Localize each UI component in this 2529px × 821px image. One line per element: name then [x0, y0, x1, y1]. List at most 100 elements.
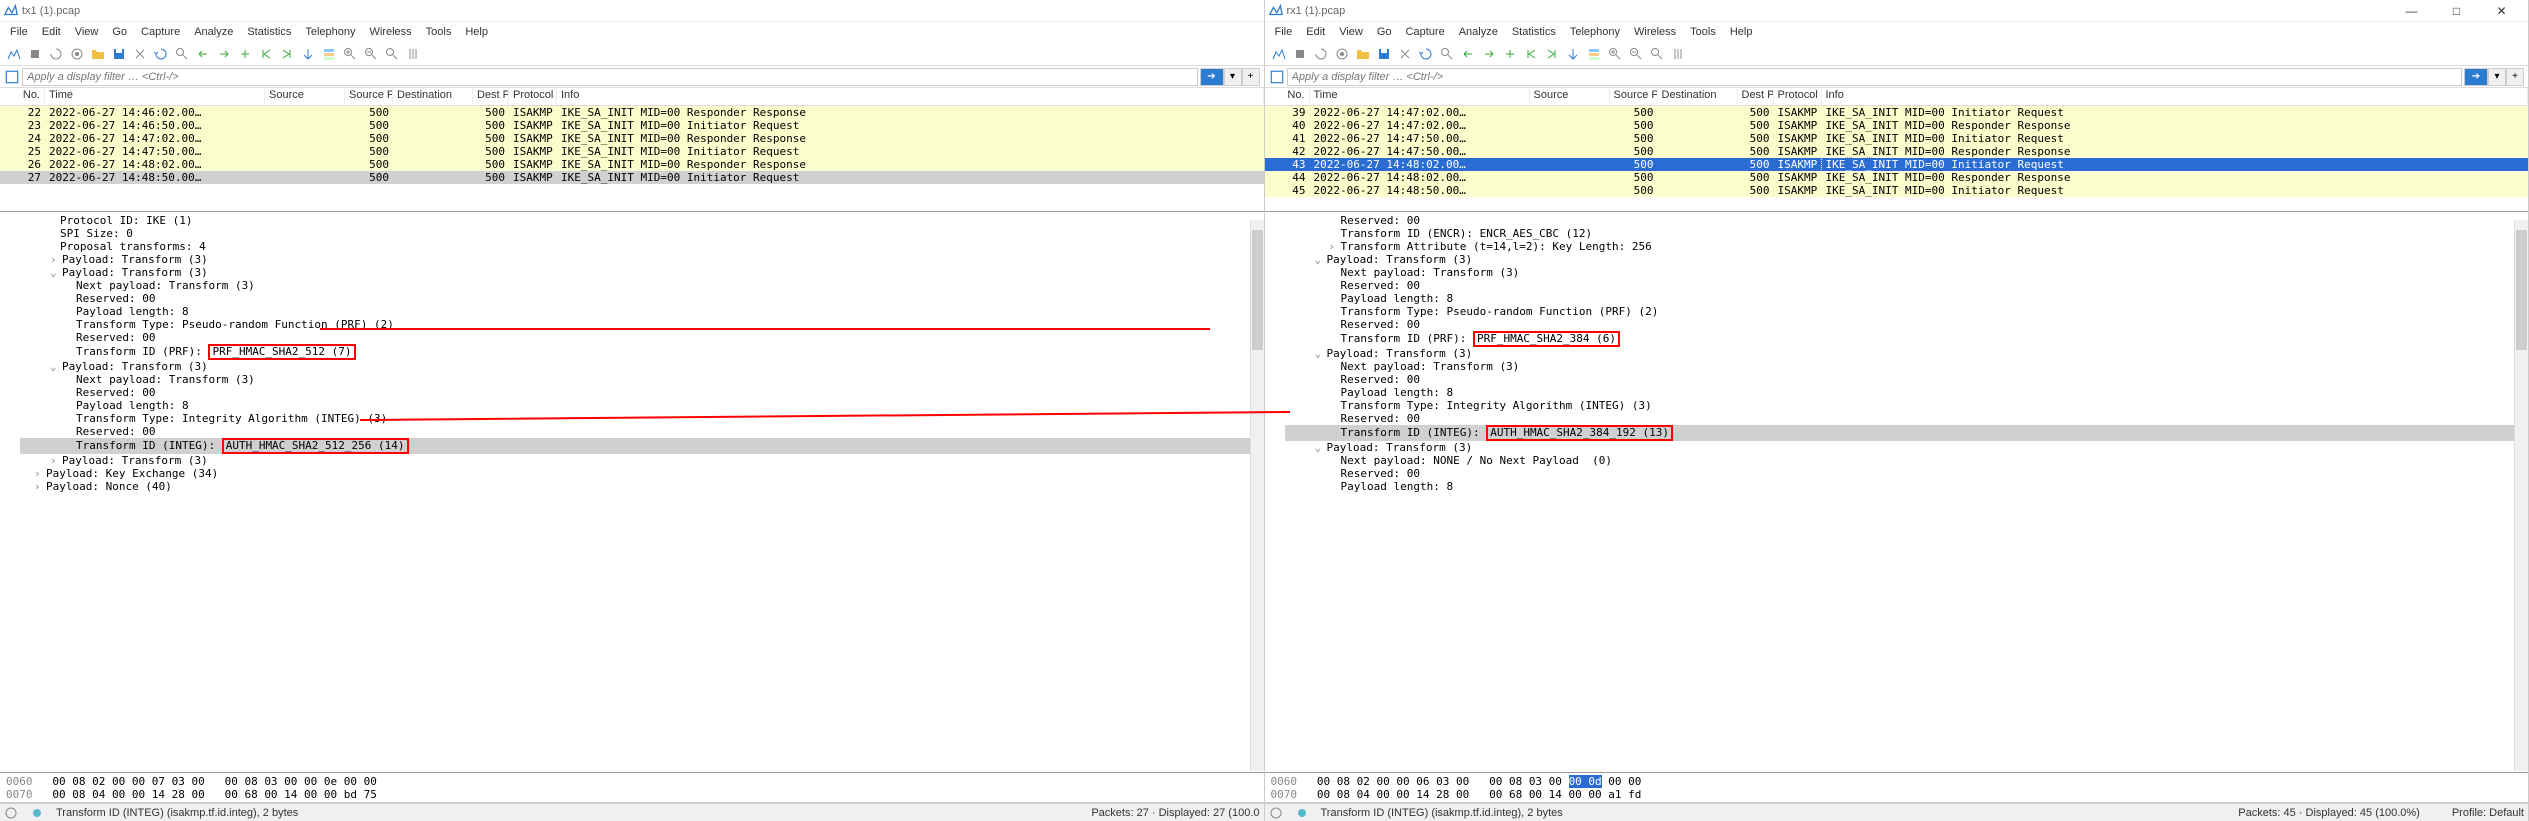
save-button[interactable]: [1374, 44, 1394, 64]
options-button[interactable]: [67, 44, 87, 64]
menu-statistics[interactable]: Statistics: [1506, 24, 1562, 40]
next-button[interactable]: [214, 44, 234, 64]
packet-row[interactable]: 442022-06-27 14:48:02.00… 500 500 ISAKMP…: [1265, 171, 2529, 184]
packet-row[interactable]: 232022-06-27 14:46:50.00… 500 500 ISAKMP…: [0, 119, 1264, 132]
detail-line[interactable]: Transform Type: Pseudo-random Function (…: [1285, 305, 2529, 318]
menu-statistics[interactable]: Statistics: [241, 24, 297, 40]
detail-line[interactable]: Reserved: 00: [20, 386, 1264, 399]
menu-view[interactable]: View: [69, 24, 105, 40]
menu-analyze[interactable]: Analyze: [188, 24, 239, 40]
expert-icon[interactable]: [1295, 806, 1309, 820]
scrollbar[interactable]: [1250, 220, 1264, 771]
options-button[interactable]: [1332, 44, 1352, 64]
next-button[interactable]: [1479, 44, 1499, 64]
expand-icon[interactable]: ›: [34, 480, 46, 493]
scrollbar[interactable]: [2514, 220, 2528, 771]
menu-wireless[interactable]: Wireless: [364, 24, 418, 40]
menu-capture[interactable]: Capture: [1400, 24, 1451, 40]
detail-line[interactable]: ›Payload: Transform (3): [20, 253, 1264, 266]
zoom-reset-button[interactable]: [382, 44, 402, 64]
detail-line[interactable]: Reserved: 00: [20, 292, 1264, 305]
col-dport[interactable]: Dest Port: [473, 88, 509, 105]
menu-view[interactable]: View: [1333, 24, 1369, 40]
col-source[interactable]: Source: [1530, 88, 1610, 105]
bookmark-icon[interactable]: [4, 69, 20, 85]
col-info[interactable]: Info: [1822, 88, 2529, 105]
start-capture-button[interactable]: [4, 44, 24, 64]
collapse-icon[interactable]: ⌄: [50, 266, 62, 279]
col-time[interactable]: Time: [1310, 88, 1530, 105]
close-button[interactable]: ✕: [2479, 0, 2524, 22]
last-button[interactable]: [1542, 44, 1562, 64]
zoom-in-button[interactable]: [1605, 44, 1625, 64]
jump-button[interactable]: [235, 44, 255, 64]
detail-line[interactable]: ›Payload: Key Exchange (34): [20, 467, 1264, 480]
detail-line[interactable]: Next payload: Transform (3): [20, 279, 1264, 292]
detail-line[interactable]: Transform ID (PRF): PRF_HMAC_SHA2_512 (7…: [20, 344, 1264, 360]
last-button[interactable]: [277, 44, 297, 64]
detail-line[interactable]: Next payload: Transform (3): [1285, 266, 2529, 279]
packet-list[interactable]: 392022-06-27 14:47:02.00… 500 500 ISAKMP…: [1265, 106, 2529, 212]
packet-row[interactable]: 252022-06-27 14:47:50.00… 500 500 ISAKMP…: [0, 145, 1264, 158]
detail-line[interactable]: Payload length: 8: [20, 305, 1264, 318]
resize-columns-button[interactable]: [1668, 44, 1688, 64]
expert-icon[interactable]: [30, 806, 44, 820]
detail-line[interactable]: Transform ID (ENCR): ENCR_AES_CBC (12): [1285, 227, 2529, 240]
detail-line[interactable]: Next payload: Transform (3): [1285, 360, 2529, 373]
detail-line[interactable]: Reserved: 00: [20, 331, 1264, 344]
col-sport[interactable]: Source Port: [1610, 88, 1658, 105]
detail-line[interactable]: ›Payload: Nonce (40): [20, 480, 1264, 493]
detail-line[interactable]: ⌄Payload: Transform (3): [20, 360, 1264, 373]
resize-columns-button[interactable]: [403, 44, 423, 64]
detail-line[interactable]: ⌄Payload: Transform (3): [1285, 347, 2529, 360]
detail-line[interactable]: Reserved: 00: [1285, 214, 2529, 227]
col-dest[interactable]: Destination: [393, 88, 473, 105]
filter-add-button[interactable]: +: [1242, 68, 1260, 86]
prev-button[interactable]: [193, 44, 213, 64]
menu-go[interactable]: Go: [106, 24, 133, 40]
zoom-in-button[interactable]: [340, 44, 360, 64]
detail-line[interactable]: Transform ID (PRF): PRF_HMAC_SHA2_384 (6…: [1285, 331, 2529, 347]
packet-row[interactable]: 452022-06-27 14:48:50.00… 500 500 ISAKMP…: [1265, 184, 2529, 197]
filter-input[interactable]: [27, 71, 1193, 83]
save-button[interactable]: [109, 44, 129, 64]
apply-filter-button[interactable]: ➔: [2464, 68, 2488, 86]
detail-line-selected[interactable]: Transform ID (INTEG): AUTH_HMAC_SHA2_384…: [1285, 425, 2529, 441]
col-no[interactable]: No.: [1265, 88, 1310, 105]
detail-line[interactable]: Reserved: 00: [1285, 279, 2529, 292]
menu-tools[interactable]: Tools: [420, 24, 458, 40]
first-button[interactable]: [1521, 44, 1541, 64]
packet-row[interactable]: 392022-06-27 14:47:02.00… 500 500 ISAKMP…: [1265, 106, 2529, 119]
prev-button[interactable]: [1458, 44, 1478, 64]
packet-row[interactable]: 262022-06-27 14:48:02.00… 500 500 ISAKMP…: [0, 158, 1264, 171]
packet-row[interactable]: 402022-06-27 14:47:02.00… 500 500 ISAKMP…: [1265, 119, 2529, 132]
packet-list[interactable]: 222022-06-27 14:46:02.00… 500 500 ISAKMP…: [0, 106, 1264, 212]
expand-icon[interactable]: ›: [50, 454, 62, 467]
collapse-icon[interactable]: ⌄: [1315, 253, 1327, 266]
menu-telephony[interactable]: Telephony: [299, 24, 361, 40]
zoom-out-button[interactable]: [1626, 44, 1646, 64]
menu-wireless[interactable]: Wireless: [1628, 24, 1682, 40]
zoom-out-button[interactable]: [361, 44, 381, 64]
menu-edit[interactable]: Edit: [36, 24, 67, 40]
col-dest[interactable]: Destination: [1658, 88, 1738, 105]
colorize-button[interactable]: [319, 44, 339, 64]
status-icon[interactable]: [1269, 806, 1283, 820]
menu-help[interactable]: Help: [459, 24, 494, 40]
jump-button[interactable]: [1500, 44, 1520, 64]
menu-tools[interactable]: Tools: [1684, 24, 1722, 40]
restart-capture-button[interactable]: [1311, 44, 1331, 64]
menu-capture[interactable]: Capture: [135, 24, 186, 40]
packet-row[interactable]: 422022-06-27 14:47:50.00… 500 500 ISAKMP…: [1265, 145, 2529, 158]
detail-line[interactable]: Next payload: Transform (3): [20, 373, 1264, 386]
stop-capture-button[interactable]: [1290, 44, 1310, 64]
close-button[interactable]: [130, 44, 150, 64]
zoom-reset-button[interactable]: [1647, 44, 1667, 64]
filter-history-button[interactable]: ▾: [1224, 68, 1242, 86]
autoscroll-button[interactable]: [298, 44, 318, 64]
reload-button[interactable]: [151, 44, 171, 64]
expand-icon[interactable]: ›: [34, 467, 46, 480]
menu-help[interactable]: Help: [1724, 24, 1759, 40]
col-proto[interactable]: Protocol: [509, 88, 557, 105]
col-no[interactable]: No.: [0, 88, 45, 105]
